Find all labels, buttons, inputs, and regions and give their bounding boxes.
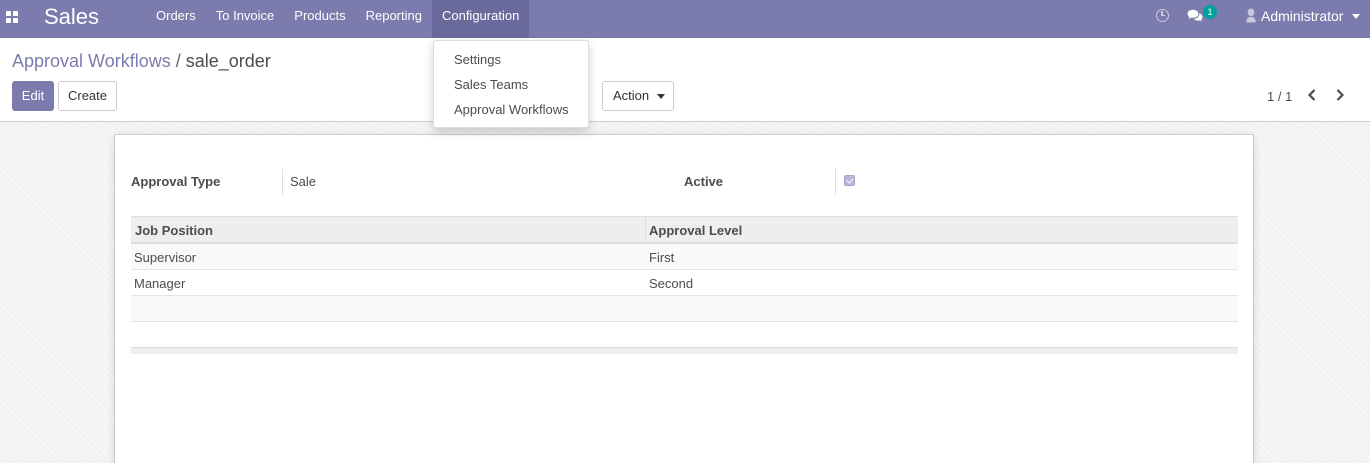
breadcrumb-current: sale_order xyxy=(185,51,271,71)
top-navbar: Sales Orders To Invoice Products Reporti… xyxy=(0,0,1370,38)
activity-clock-icon[interactable] xyxy=(1156,9,1169,22)
active-checkbox[interactable] xyxy=(844,175,855,186)
cell-job-position: Manager xyxy=(134,276,186,291)
form-sheet: Approval Type Sale Active Job Position A… xyxy=(114,134,1254,463)
control-panel: Approval Workflows / sale_order Edit Creat… xyxy=(0,38,1370,122)
menu-item-products[interactable]: Products xyxy=(284,0,355,38)
column-divider xyxy=(645,217,646,243)
user-menu[interactable]: Administrator xyxy=(1261,8,1343,24)
main-menu: Orders To Invoice Products Reporting Con… xyxy=(146,0,530,38)
cell-approval-level: Second xyxy=(649,276,694,291)
table-footer xyxy=(131,347,1238,354)
configuration-dropdown: Settings Sales Teams Approval Workflows xyxy=(433,40,589,128)
approval-type-value: Sale xyxy=(290,174,317,189)
apps-grid-icon[interactable] xyxy=(6,11,18,23)
chevron-left-icon[interactable] xyxy=(1305,88,1319,102)
cell-approval-level: First xyxy=(649,250,675,265)
chat-badge: 1 xyxy=(1203,5,1217,19)
create-button[interactable]: Create xyxy=(58,81,117,111)
table-row[interactable]: Supervisor First xyxy=(131,244,1238,270)
field-divider xyxy=(282,169,283,195)
column-header-job-position[interactable]: Job Position xyxy=(135,223,213,238)
approval-type-label: Approval Type xyxy=(131,174,221,189)
menu-item-orders[interactable]: Orders xyxy=(146,0,206,38)
chevron-right-icon[interactable] xyxy=(1333,88,1347,102)
caret-down-icon xyxy=(657,94,665,99)
dropdown-item-approval-workflows[interactable]: Approval Workflows xyxy=(454,102,569,117)
chat-icon[interactable] xyxy=(1187,9,1203,22)
active-label: Active xyxy=(684,174,724,189)
menu-item-reporting[interactable]: Reporting xyxy=(356,0,432,38)
caret-down-icon[interactable] xyxy=(1352,14,1360,19)
menu-item-to-invoice[interactable]: To Invoice xyxy=(206,0,285,38)
approval-lines-table: Job Position Approval Level Supervisor F… xyxy=(131,216,1238,354)
field-divider xyxy=(835,169,836,195)
action-button-label: Action xyxy=(613,88,650,103)
table-empty-row xyxy=(131,296,1238,322)
dropdown-item-settings[interactable]: Settings xyxy=(454,52,501,67)
app-name: Sales xyxy=(44,4,100,29)
breadcrumb-separator: / xyxy=(175,51,181,71)
breadcrumb: Approval Workflows / sale_order xyxy=(12,51,271,72)
dropdown-item-sales-teams[interactable]: Sales Teams xyxy=(454,77,528,92)
edit-button[interactable]: Edit xyxy=(12,81,54,111)
table-row[interactable]: Manager Second xyxy=(131,270,1238,296)
pager-value[interactable]: 1 / 1 xyxy=(1267,89,1292,104)
table-header: Job Position Approval Level xyxy=(131,216,1238,244)
cell-job-position: Supervisor xyxy=(134,250,197,265)
menu-item-configuration[interactable]: Configuration xyxy=(431,0,530,38)
form-view-background: Approval Type Sale Active Job Position A… xyxy=(0,122,1370,463)
breadcrumb-parent[interactable]: Approval Workflows xyxy=(12,51,171,71)
user-icon xyxy=(1246,8,1256,23)
column-header-approval-level[interactable]: Approval Level xyxy=(649,223,742,238)
action-button[interactable]: Action xyxy=(602,81,674,111)
